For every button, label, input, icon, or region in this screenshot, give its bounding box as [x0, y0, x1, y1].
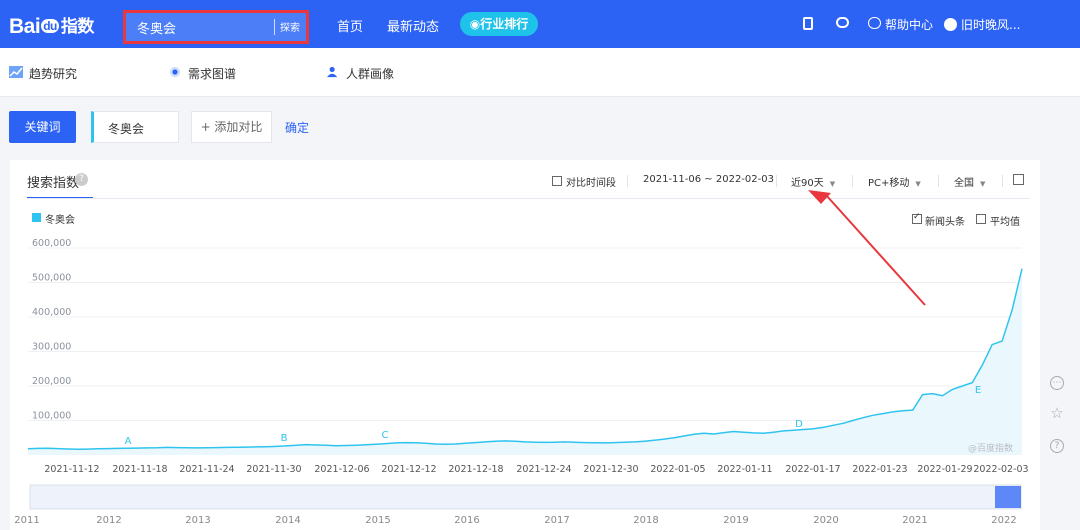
- user-name[interactable]: 旧时晚风...: [961, 16, 1020, 33]
- period-value: 近90天: [791, 178, 824, 189]
- average-label: 平均值: [990, 217, 1020, 228]
- search-divider: [274, 19, 275, 35]
- date-range-picker[interactable]: 2021-11-06 ~ 2022-02-03: [643, 174, 774, 185]
- help-icon[interactable]: ?: [1050, 439, 1064, 453]
- panel-title: 搜索指数: [27, 176, 80, 191]
- wechat-icon[interactable]: [836, 17, 849, 28]
- share-icon[interactable]: ⋯: [1050, 376, 1064, 390]
- ctrl-divider: [1002, 175, 1003, 187]
- baidu-index-logo[interactable]: Bai du 指数: [9, 12, 94, 39]
- nav-home[interactable]: 首页: [337, 16, 363, 35]
- search-index-panel: 搜索指数 ? 对比时间段 2021-11-06 ~ 2022-02-03 近90…: [10, 160, 1040, 530]
- device-select[interactable]: PC+移动 ▼: [868, 174, 921, 189]
- confirm-button[interactable]: 确定: [285, 119, 309, 136]
- keyword-button[interactable]: 关键词: [9, 111, 76, 143]
- period-select[interactable]: 近90天 ▼: [791, 174, 835, 189]
- chevron-down-icon: ▼: [915, 180, 921, 188]
- industry-rank-button[interactable]: ◉行业排行: [460, 12, 538, 36]
- ctrl-divider: [627, 175, 628, 187]
- average-checkbox[interactable]: [976, 214, 986, 224]
- crowd-portrait-icon: [327, 66, 338, 78]
- device-value: PC+移动: [868, 178, 910, 189]
- location-pin-icon: ◉: [469, 17, 481, 31]
- logo-text: Bai: [9, 15, 41, 38]
- chevron-down-icon: ▼: [829, 180, 836, 188]
- tab-trend-research[interactable]: 趋势研究: [29, 65, 77, 82]
- industry-rank-label: 行业排行: [480, 17, 529, 31]
- nav-latest-news[interactable]: 最新动态: [387, 16, 439, 35]
- help-question-icon[interactable]: ?: [75, 173, 88, 186]
- region-select[interactable]: 全国 ▼: [954, 174, 985, 189]
- mobile-icon[interactable]: [803, 17, 813, 30]
- news-headline-checkbox[interactable]: [912, 212, 922, 224]
- logo-product: 指数: [60, 17, 95, 36]
- panel-divider: [27, 198, 1030, 199]
- side-tools: ⋯ ☆ ?: [1042, 367, 1072, 467]
- search-button[interactable]: 探索: [280, 19, 300, 34]
- compare-period-label: 对比时间段: [566, 178, 616, 189]
- search-box[interactable]: 冬奥会 探索: [123, 10, 309, 44]
- user-avatar[interactable]: [944, 18, 957, 31]
- keyword-field[interactable]: 冬奥会: [91, 111, 179, 143]
- compare-period-checkbox[interactable]: [552, 176, 562, 186]
- logo-paw: du: [41, 19, 59, 33]
- region-value: 全国: [954, 178, 974, 189]
- ctrl-divider: [852, 175, 853, 187]
- legend-label[interactable]: 冬奥会: [45, 211, 75, 226]
- ctrl-divider: [776, 175, 777, 187]
- news-headline-label: 新闻头条: [925, 217, 965, 228]
- trend-icon: [9, 66, 23, 78]
- tab-demand-map[interactable]: 需求图谱: [188, 65, 236, 82]
- help-chat-icon[interactable]: [868, 17, 881, 29]
- help-center-link[interactable]: 帮助中心: [885, 16, 933, 33]
- sub-navigation: 趋势研究 需求图谱 人群画像: [0, 48, 1080, 97]
- star-icon[interactable]: ☆: [1050, 406, 1064, 421]
- tab-crowd-portrait[interactable]: 人群画像: [346, 65, 394, 82]
- search-input[interactable]: 冬奥会: [137, 18, 176, 37]
- legend-swatch: [32, 213, 41, 222]
- chevron-down-icon: ▼: [980, 180, 986, 188]
- demand-map-icon: [169, 66, 181, 78]
- export-icon[interactable]: [1013, 174, 1024, 185]
- top-bar: Bai du 指数 冬奥会 探索 首页 最新动态 ◉行业排行 帮助中心 旧时晚风..…: [0, 0, 1080, 48]
- add-compare-button[interactable]: + 添加对比: [191, 111, 272, 143]
- keyword-value: 冬奥会: [108, 122, 145, 136]
- ctrl-divider: [938, 175, 939, 187]
